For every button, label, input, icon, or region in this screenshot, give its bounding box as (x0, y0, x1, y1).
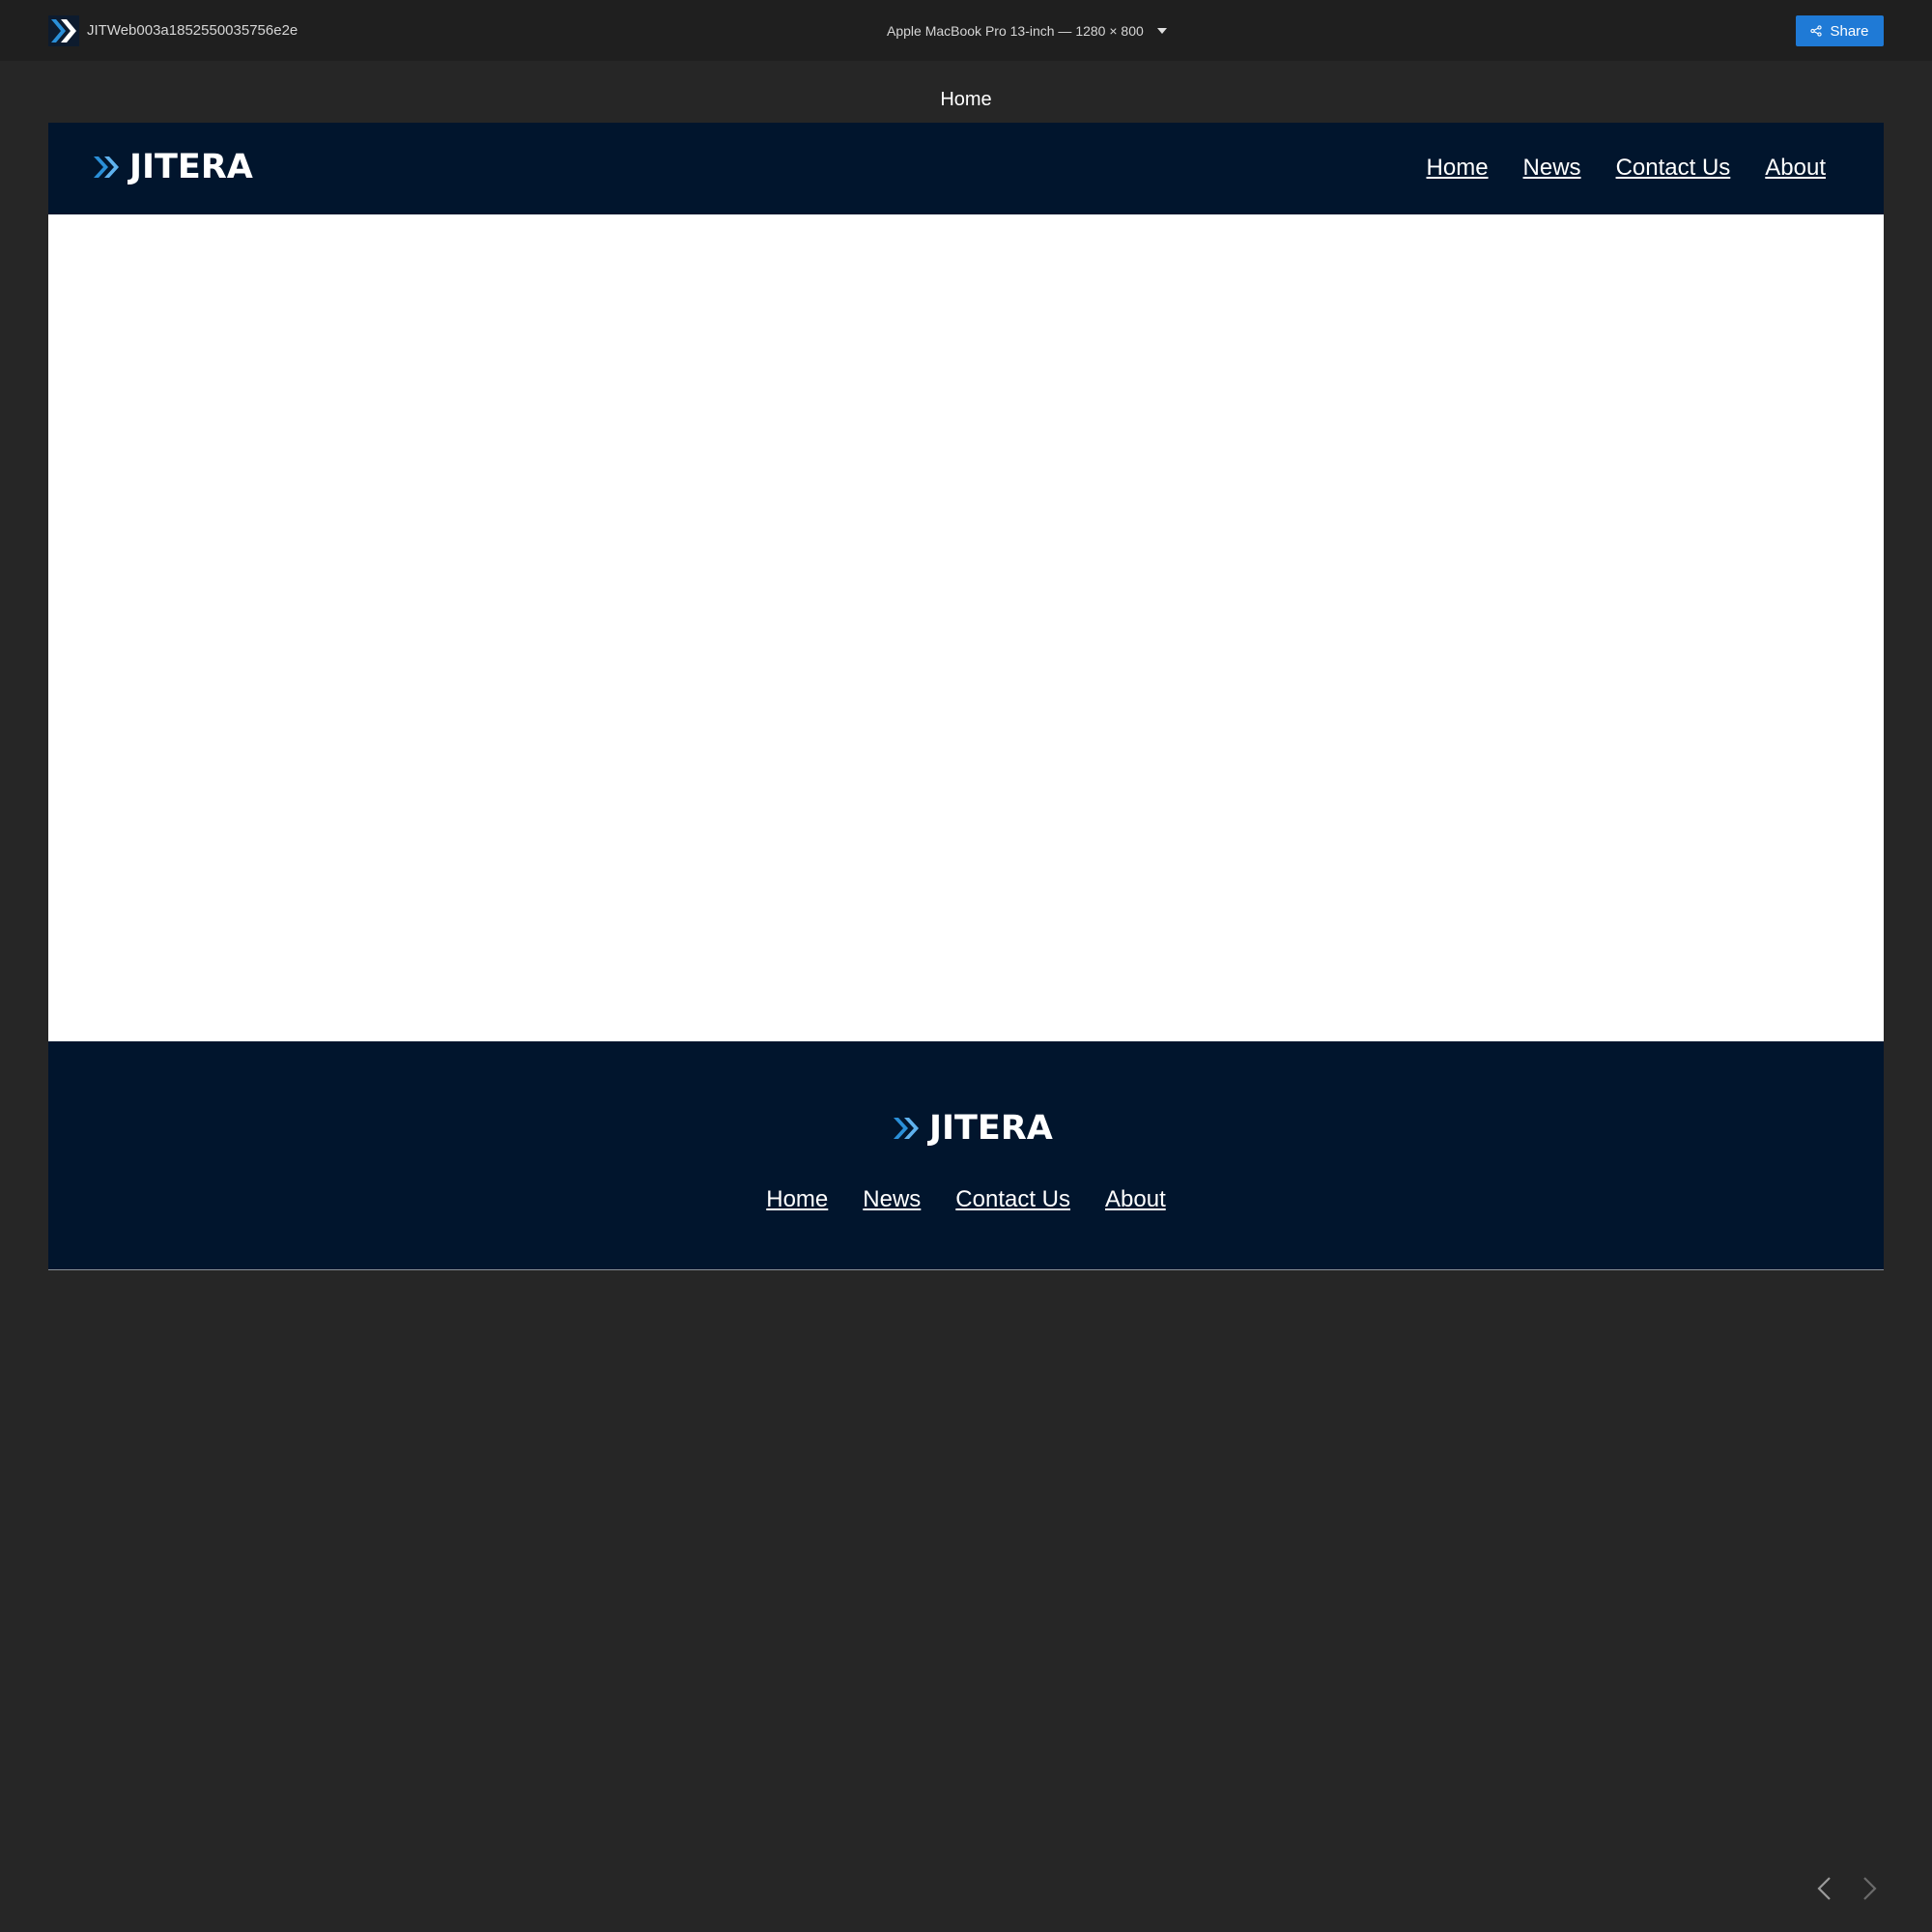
share-button[interactable]: Share (1796, 15, 1884, 46)
site-header: JITERA Home News Contact Us About (48, 123, 1884, 214)
preview-frame: JITERA Home News Contact Us About JITERA (48, 123, 1884, 1270)
footer-logo[interactable]: JITERA (893, 1109, 1053, 1148)
footer-nav: Home News Contact Us About (0, 1184, 1932, 1215)
brand-wordmark: JITERA (129, 148, 253, 186)
share-button-label: Share (1830, 22, 1869, 40)
previous-page-icon[interactable] (1810, 1874, 1839, 1903)
footer-brand-wordmark: JITERA (929, 1109, 1053, 1148)
jitera-app-icon (48, 15, 79, 46)
jitera-logo-icon (94, 156, 119, 178)
share-icon (1810, 25, 1823, 37)
next-page-icon[interactable] (1855, 1874, 1884, 1903)
nav-link-home[interactable]: Home (1427, 153, 1489, 184)
device-selector-label: Apple MacBook Pro 13-inch — 1280 × 800 (887, 23, 1144, 39)
chevron-down-icon (1156, 28, 1167, 34)
jitera-logo-icon (894, 1118, 919, 1139)
project-name: JITWeb003a1852550035756e2e (87, 22, 298, 39)
nav-link-contact-us[interactable]: Contact Us (1616, 153, 1731, 184)
device-selector[interactable]: Apple MacBook Pro 13-inch — 1280 × 800 (887, 19, 1167, 43)
top-toolbar: JITWeb003a1852550035756e2e Apple MacBook… (0, 0, 1932, 61)
header-logo[interactable]: JITERA (93, 148, 253, 186)
page-content (48, 214, 1884, 1041)
page-title: Home (940, 89, 992, 110)
footer-link-home[interactable]: Home (766, 1184, 828, 1215)
header-nav: Home News Contact Us About (1427, 153, 1826, 184)
site-footer: JITERA (48, 1041, 1884, 1270)
nav-link-news[interactable]: News (1523, 153, 1581, 184)
footer-link-contact-us[interactable]: Contact Us (955, 1184, 1070, 1215)
footer-link-news[interactable]: News (863, 1184, 921, 1215)
nav-link-about[interactable]: About (1765, 153, 1826, 184)
footer-link-about[interactable]: About (1105, 1184, 1166, 1215)
